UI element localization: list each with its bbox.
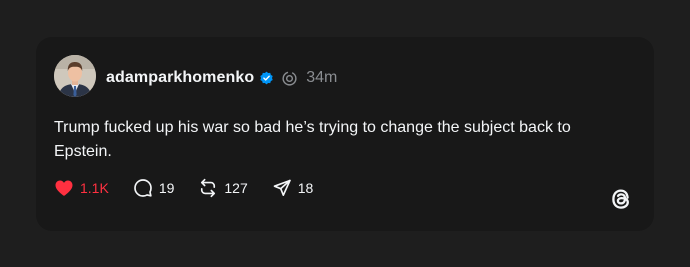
verified-badge-icon (259, 71, 274, 86)
post-actions: 1.1K 19 127 18 (54, 177, 337, 199)
send-icon (273, 179, 291, 196)
like-count: 1.1K (80, 180, 109, 196)
post-card[interactable]: adamparkhomenko 34m Trump fucked up his … (36, 37, 654, 231)
repost-button[interactable]: 127 (198, 178, 248, 198)
threads-logo-icon[interactable] (607, 185, 635, 213)
like-button[interactable]: 1.1K (54, 178, 109, 198)
threads-mark-icon (281, 70, 298, 87)
comment-icon (133, 179, 152, 197)
share-count: 18 (297, 180, 314, 196)
username-link[interactable]: adamparkhomenko (106, 69, 254, 87)
reply-button[interactable]: 19 (133, 178, 175, 198)
avatar-image (54, 55, 96, 97)
post-timestamp[interactable]: 34m (306, 69, 337, 87)
share-button[interactable]: 18 (272, 178, 314, 198)
repost-count: 127 (224, 180, 248, 196)
avatar[interactable] (54, 55, 96, 97)
heart-icon (55, 180, 73, 196)
reply-count: 19 (158, 180, 175, 196)
repost-icon (201, 178, 216, 198)
post-header: adamparkhomenko 34m (106, 67, 337, 89)
post-text: Trump fucked up his war so bad he’s tryi… (54, 119, 571, 160)
